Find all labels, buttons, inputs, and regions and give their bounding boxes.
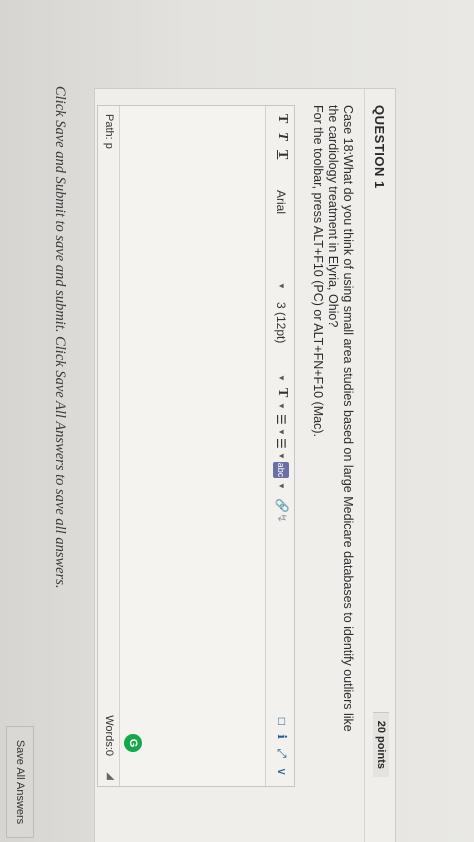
numbered-list-icon[interactable]: ☰ — [274, 438, 288, 449]
answer-editor: T T T Arial ▼ 3 (12pt) ▼ T ▼ ☰ ▼ ☰ ▼ abc… — [97, 105, 295, 787]
question-panel: QUESTION 1 20 points Case 18:What do you… — [94, 88, 396, 842]
browser-screen: QUESTION 1 20 points Case 18:What do you… — [0, 0, 474, 842]
toolbar-hint: For the toolbar, press ALT+F10 (PC) or A… — [311, 105, 325, 437]
chevron-down-icon[interactable]: ▼ — [277, 402, 286, 410]
word-count: Words:0 — [103, 715, 115, 756]
save-all-answers-button[interactable]: Save All Answers — [6, 726, 34, 838]
question-text-line-1: Case 18:What do you think of using small… — [341, 105, 355, 732]
info-icon[interactable]: ℹ — [275, 734, 289, 739]
font-size-select[interactable]: 3 (12pt) — [274, 302, 288, 343]
bullet-list-icon[interactable]: ☰ — [274, 414, 288, 425]
collapse-toolbar-icon[interactable]: ∨ — [275, 767, 289, 776]
editor-toolbar: T T T Arial ▼ 3 (12pt) ▼ T ▼ ☰ ▼ ☰ ▼ abc… — [265, 106, 294, 786]
resize-handle-icon[interactable]: ◢ — [105, 772, 116, 780]
chevron-down-icon[interactable]: ▼ — [277, 374, 286, 382]
submit-instructions: Click Save and Submit to save and submit… — [52, 86, 68, 589]
chevron-down-icon[interactable]: ▼ — [277, 282, 286, 290]
question-text: Case 18:What do you think of using small… — [310, 105, 355, 745]
editor-statusbar: Path: p Words:0 ◢ — [98, 106, 120, 786]
bold-format-button[interactable]: T — [274, 114, 290, 123]
italic-format-button[interactable]: T — [274, 132, 290, 141]
fullscreen-icon[interactable]: ⤢ — [275, 748, 289, 758]
editor-tools: □ ℹ ⤢ ∨ — [274, 712, 289, 776]
question-text-line-2: the cardiology treatment in Elyria, Ohio… — [326, 105, 340, 328]
question-title: QUESTION 1 — [372, 105, 387, 189]
chevron-down-icon[interactable]: ▼ — [277, 452, 286, 460]
answer-text-area[interactable] — [120, 106, 265, 786]
element-path: Path: p — [103, 114, 115, 149]
preview-icon[interactable]: □ — [275, 718, 289, 725]
question-header: QUESTION 1 20 points — [364, 89, 395, 842]
chevron-down-icon[interactable]: ▼ — [277, 482, 286, 490]
underline-format-button[interactable]: T — [274, 150, 290, 159]
spellcheck-icon[interactable]: abc — [273, 462, 289, 478]
photo-stage: QUESTION 1 20 points Case 18:What do you… — [0, 0, 474, 842]
font-family-select[interactable]: Arial — [274, 190, 288, 214]
text-color-button[interactable]: T — [274, 388, 290, 397]
link-icon[interactable]: 🔗↯ — [275, 498, 289, 523]
chevron-down-icon[interactable]: ▼ — [277, 428, 286, 436]
question-points: 20 points — [373, 711, 389, 777]
grammarly-icon[interactable]: G — [124, 734, 142, 752]
